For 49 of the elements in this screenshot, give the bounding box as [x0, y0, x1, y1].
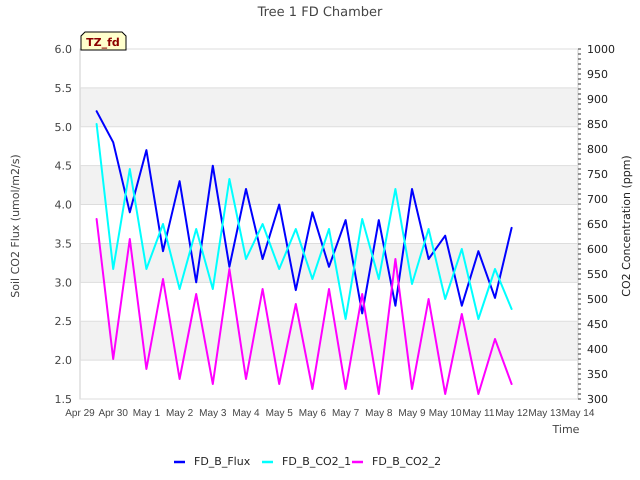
- y2-tick-label: 500: [587, 293, 608, 306]
- y2-tick-label: 900: [587, 93, 608, 106]
- x-tick-label: May 9: [398, 408, 426, 419]
- x-tick-label: May 6: [298, 408, 326, 419]
- y-tick-label: 5.0: [54, 120, 72, 134]
- x-tick-label: May 13: [528, 408, 562, 419]
- y-tick-label: 4.5: [54, 160, 72, 173]
- y-tick-label: 2.5: [54, 315, 72, 328]
- x-tick-label: Apr 29: [65, 408, 95, 419]
- y2-tick-label: 650: [587, 218, 608, 231]
- x-tick-label: May 4: [232, 408, 260, 419]
- y2-tick-label: 1000: [587, 43, 615, 56]
- x-tick-label: May 7: [332, 408, 360, 419]
- y-axis-label: Soil CO2 Flux (umol/m2/s): [9, 154, 22, 298]
- x-tick-label: May 10: [428, 408, 462, 419]
- legend-label: FD_B_CO2_2: [372, 455, 442, 468]
- legend-label: FD_B_CO2_1: [282, 455, 352, 468]
- y2-tick-label: 750: [587, 168, 608, 181]
- y2-tick-label: 350: [587, 368, 608, 381]
- legend-label: FD_B_Flux: [194, 455, 250, 468]
- y-tick-label: 3.5: [54, 237, 72, 250]
- y2-tick-label: 400: [587, 343, 608, 356]
- y-tick-label: 3.0: [54, 276, 72, 290]
- y2-tick-label: 800: [587, 143, 608, 156]
- tag-label: TZ_fd: [80, 32, 126, 50]
- y2-tick-label: 850: [587, 118, 608, 131]
- y2-tick-label: 450: [587, 318, 608, 331]
- y-tick-label: 2.0: [54, 354, 72, 368]
- y2-axis-label: CO2 Concentration (ppm): [620, 155, 633, 297]
- x-tick-label: May 1: [132, 408, 160, 419]
- y2-tick-label: 300: [587, 393, 608, 406]
- x-tick-label: May 14: [562, 408, 594, 419]
- y-tick-label: 6.0: [54, 43, 72, 56]
- x-tick-label: May 5: [266, 408, 293, 419]
- x-tick-label: May 2: [166, 408, 194, 419]
- y2-tick-label: 700: [587, 193, 608, 206]
- x-tick-label: May 8: [365, 408, 392, 419]
- x-tick-label: May 11: [462, 408, 494, 419]
- y-tick-label: 5.5: [54, 82, 72, 95]
- y-tick-label: 4.0: [54, 198, 72, 212]
- y-tick-label: 1.5: [54, 393, 72, 406]
- x-tick-label: May 3: [199, 408, 226, 419]
- x-axis-label: Time: [552, 423, 580, 436]
- y2-tick-label: 550: [587, 268, 608, 281]
- y2-tick-label: 950: [587, 68, 608, 81]
- x-tick-label: Apr 30: [98, 408, 128, 419]
- x-tick-label: May 12: [495, 408, 528, 419]
- chart-title: Tree 1 FD Chamber: [258, 5, 382, 20]
- y2-tick-label: 600: [587, 243, 608, 256]
